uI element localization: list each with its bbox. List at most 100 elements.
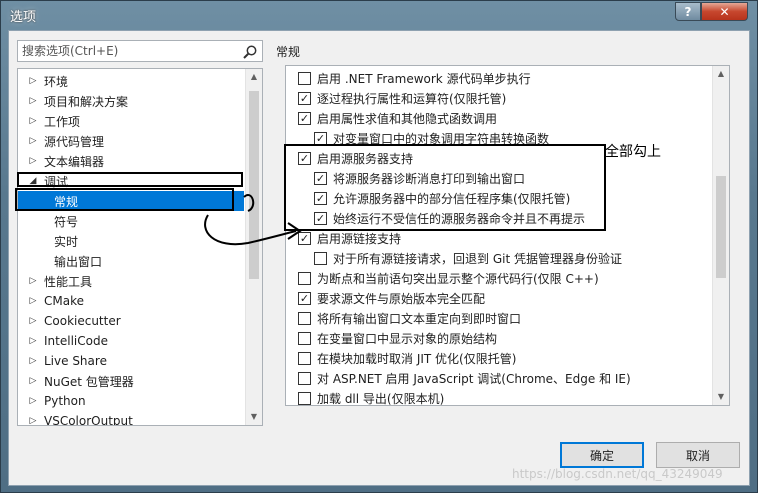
- tree-item[interactable]: ▷ Python: [18, 391, 244, 411]
- tree-item-label: 文本编辑器: [44, 154, 105, 169]
- option-label: 要求源文件与原始版本完全匹配: [317, 291, 486, 306]
- option-checkbox[interactable]: ✓: [314, 131, 327, 145]
- option-row[interactable]: ✓ 将源服务器诊断消息打印到输出窗口: [314, 168, 525, 188]
- tree-item[interactable]: 符号: [18, 211, 244, 231]
- option-row[interactable]: ✓ 对变量窗口中的对象调用字符串转换函数: [314, 128, 549, 148]
- option-row[interactable]: 对 ASP.NET 启用 JavaScript 调试(Chrome、Edge 和…: [298, 368, 631, 388]
- option-checkbox[interactable]: [298, 331, 311, 345]
- option-row[interactable]: ✓ 要求源文件与原始版本完全匹配: [298, 288, 485, 308]
- option-checkbox[interactable]: [298, 71, 311, 85]
- dialog-body: ▲ ▼ ▷环境▷项目和解决方案▷工作项▷源代码管理▷文本编辑器◢调试常规符号实时…: [8, 30, 750, 486]
- option-label: 启用 .NET Framework 源代码单步执行: [317, 71, 531, 86]
- collapsed-arrow-icon[interactable]: ▷: [28, 336, 38, 346]
- tree-item[interactable]: ▷ 工作项: [18, 111, 244, 131]
- option-checkbox[interactable]: ✓: [298, 111, 311, 125]
- tree-item[interactable]: 实时: [18, 231, 244, 251]
- options-tree[interactable]: ▲ ▼ ▷ 环境 ▷ 项目和解决方案 ▷ 工作项 ▷ 源代码管理 ▷ 文本编辑器 ◢ 调试 常规 符号 实时…: [17, 68, 263, 426]
- tree-item[interactable]: 常规: [18, 191, 244, 211]
- collapsed-arrow-icon[interactable]: ▷: [28, 296, 38, 306]
- tree-item-label: 调试: [44, 174, 69, 189]
- tree-item-label: 项目和解决方案: [44, 94, 129, 109]
- collapsed-arrow-icon[interactable]: ▷: [28, 356, 38, 366]
- scroll-up-icon[interactable]: ▲: [713, 66, 729, 82]
- scroll-up-icon[interactable]: ▲: [246, 69, 262, 85]
- option-row[interactable]: ✓ 允许源服务器中的部分信任程序集(仅限托管): [314, 188, 570, 208]
- tree-scrollbar[interactable]: ▲ ▼: [245, 69, 262, 425]
- option-checkbox[interactable]: ✓: [298, 291, 311, 305]
- close-icon: ✕: [719, 4, 730, 19]
- tree-item[interactable]: ▷ 环境: [18, 71, 244, 91]
- option-checkbox[interactable]: ✓: [298, 231, 311, 245]
- option-label: 启用属性求值和其他隐式函数调用: [317, 111, 498, 126]
- option-label: 对变量窗口中的对象调用字符串转换函数: [333, 131, 550, 146]
- tree-item[interactable]: ▷ NuGet 包管理器: [18, 371, 244, 391]
- collapsed-arrow-icon[interactable]: ▷: [28, 116, 38, 126]
- option-row[interactable]: ✓ 启用属性求值和其他隐式函数调用: [298, 108, 497, 128]
- collapsed-arrow-icon[interactable]: ▷: [28, 156, 38, 166]
- tree-item[interactable]: ▷ 项目和解决方案: [18, 91, 244, 111]
- tree-item[interactable]: ▷ VSColorOutput: [18, 411, 244, 425]
- option-checkbox[interactable]: ✓: [314, 211, 327, 225]
- cancel-button[interactable]: 取消: [656, 442, 740, 468]
- option-label: 允许源服务器中的部分信任程序集(仅限托管): [333, 191, 571, 206]
- collapsed-arrow-icon[interactable]: ▷: [28, 96, 38, 106]
- collapsed-arrow-icon[interactable]: ▷: [28, 136, 38, 146]
- options-scrollbar[interactable]: ▲ ▼: [712, 66, 729, 405]
- option-row[interactable]: 在变量窗口中显示对象的原始结构: [298, 328, 497, 348]
- option-checkbox[interactable]: [298, 311, 311, 325]
- options-scrollbar-thumb[interactable]: [716, 176, 726, 278]
- search-input[interactable]: [18, 41, 238, 61]
- option-row[interactable]: ✓ 始终运行不受信任的源服务器命令并且不再提示: [314, 208, 585, 228]
- collapsed-arrow-icon[interactable]: ▷: [28, 376, 38, 386]
- help-icon: ?: [684, 4, 692, 19]
- close-button[interactable]: ✕: [701, 2, 748, 21]
- collapsed-arrow-icon[interactable]: ▷: [28, 396, 38, 406]
- collapsed-arrow-icon[interactable]: ▷: [28, 316, 38, 326]
- tree-item[interactable]: ▷ CMake: [18, 291, 244, 311]
- tree-item-label: 性能工具: [44, 274, 93, 289]
- collapsed-arrow-icon[interactable]: ▷: [28, 76, 38, 86]
- option-checkbox[interactable]: ✓: [314, 191, 327, 205]
- option-row[interactable]: 在模块加载时取消 JIT 优化(仅限托管): [298, 348, 516, 368]
- option-row[interactable]: 为断点和当前语句突出显示整个源代码行(仅限 C++): [298, 268, 599, 288]
- tree-item-label: 符号: [54, 214, 79, 229]
- scroll-down-icon[interactable]: ▼: [246, 409, 262, 425]
- help-button[interactable]: ?: [675, 2, 701, 21]
- tree-item-label: CMake: [44, 294, 84, 308]
- option-checkbox[interactable]: [298, 351, 311, 365]
- search-box[interactable]: [17, 40, 263, 62]
- tree-item[interactable]: ▷ Cookiecutter: [18, 311, 244, 331]
- scroll-down-icon[interactable]: ▼: [713, 389, 729, 405]
- option-checkbox[interactable]: [298, 391, 311, 405]
- option-row[interactable]: 启用 .NET Framework 源代码单步执行: [298, 68, 531, 88]
- option-label: 启用源服务器支持: [317, 151, 414, 166]
- option-checkbox[interactable]: ✓: [314, 171, 327, 185]
- collapsed-arrow-icon[interactable]: ▷: [28, 276, 38, 286]
- tree-item[interactable]: ▷ 性能工具: [18, 271, 244, 291]
- tree-item-label: 工作项: [44, 114, 81, 129]
- tree-item-label: Python: [44, 394, 86, 408]
- option-row[interactable]: 加载 dll 导出(仅限本机): [298, 388, 444, 405]
- tree-item[interactable]: ▷ 源代码管理: [18, 131, 244, 151]
- option-row[interactable]: 对于所有源链接请求，回退到 Git 凭据管理器身份验证: [314, 248, 622, 268]
- ok-button[interactable]: 确定: [560, 442, 644, 468]
- option-checkbox[interactable]: ✓: [298, 91, 311, 105]
- expanded-arrow-icon[interactable]: ◢: [28, 176, 38, 186]
- option-checkbox[interactable]: [298, 271, 311, 285]
- option-row[interactable]: ✓ 逐过程执行属性和运算符(仅限托管): [298, 88, 506, 108]
- tree-item[interactable]: 输出窗口: [18, 251, 244, 271]
- option-checkbox[interactable]: [298, 371, 311, 385]
- collapsed-arrow-icon[interactable]: ▷: [28, 416, 38, 425]
- option-checkbox[interactable]: ✓: [298, 151, 311, 165]
- tree-item[interactable]: ◢ 调试: [18, 171, 244, 191]
- tree-item[interactable]: ▷ IntelliCode: [18, 331, 244, 351]
- option-checkbox[interactable]: [314, 251, 327, 265]
- tree-item[interactable]: ▷ 文本编辑器: [18, 151, 244, 171]
- tree-item-label: IntelliCode: [44, 334, 108, 348]
- tree-item[interactable]: ▷ Live Share: [18, 351, 244, 371]
- tree-scrollbar-thumb[interactable]: [249, 91, 259, 279]
- option-row[interactable]: ✓ 启用源服务器支持: [298, 148, 413, 168]
- search-icon[interactable]: [242, 44, 258, 60]
- option-row[interactable]: ✓ 启用源链接支持: [298, 228, 401, 248]
- option-row[interactable]: 将所有输出窗口文本重定向到即时窗口: [298, 308, 521, 328]
